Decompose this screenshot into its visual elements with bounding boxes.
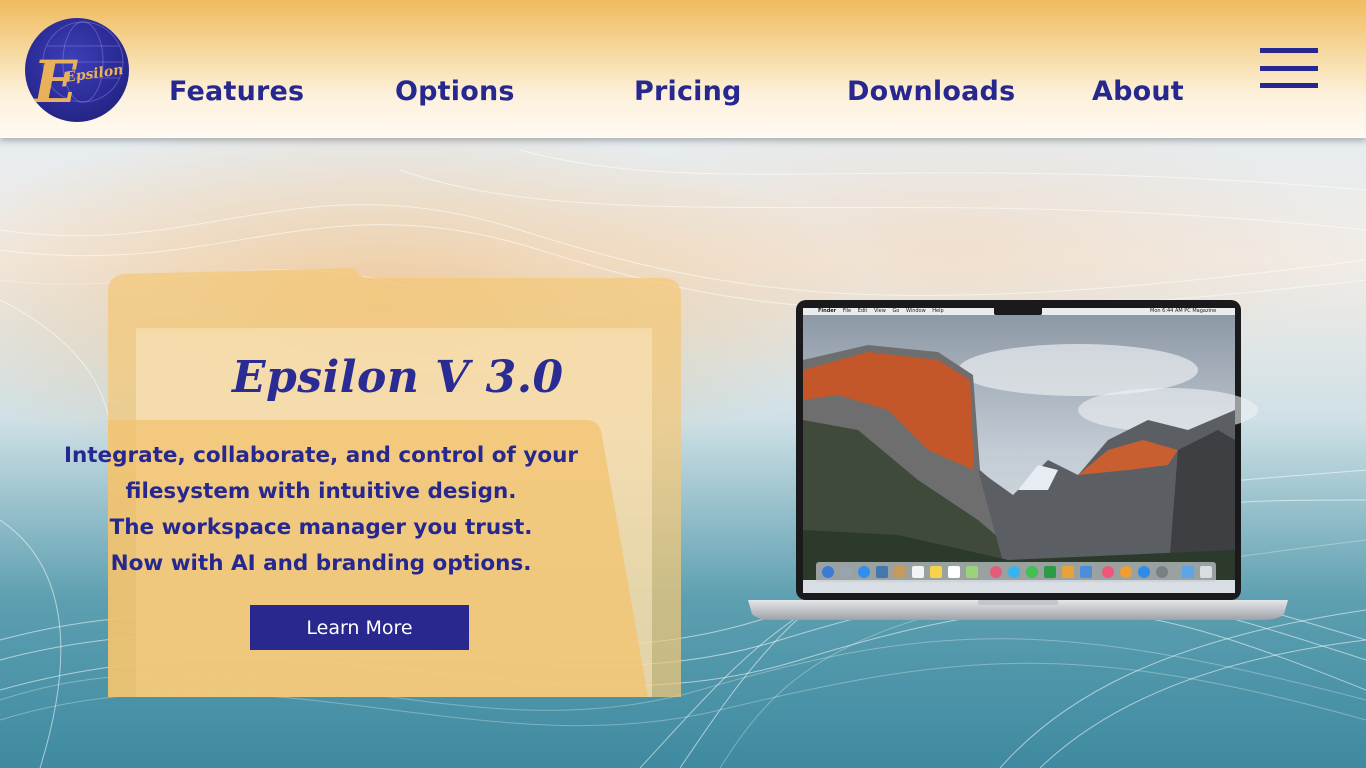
hero-title: Epsilon V 3.0 <box>232 352 564 403</box>
nav-link-about[interactable]: About <box>1092 76 1184 107</box>
tagline-line: Integrate, collaborate, and control of y… <box>63 443 579 468</box>
menu-bar-line <box>1260 66 1318 71</box>
tagline-line: The workspace manager you trust. <box>109 515 533 540</box>
laptop-mockup <box>748 300 1288 622</box>
nav-link-pricing[interactable]: Pricing <box>634 76 742 107</box>
menubar-item: File <box>842 308 852 314</box>
hero-tagline: Integrate, collaborate, and control of y… <box>58 438 584 582</box>
nav-link-options[interactable]: Options <box>395 76 515 107</box>
menubar-item: Go <box>892 308 900 314</box>
menubar-item: Help <box>932 308 944 314</box>
laptop-menubar-right: Mon 6:44 AM PC Magazine <box>1150 308 1217 314</box>
nav-link-features[interactable]: Features <box>169 76 304 107</box>
site-header: E Epsilon Features Options Pricing Downl… <box>0 0 1366 138</box>
nav-link-downloads[interactable]: Downloads <box>847 76 1015 107</box>
menu-bar-line <box>1260 48 1318 53</box>
tagline-line: filesystem with intuitive design. <box>125 479 517 504</box>
menubar-item: Window <box>905 308 926 314</box>
menu-bar-line <box>1260 83 1318 88</box>
menubar-item: View <box>873 308 886 314</box>
menubar-item: Edit <box>857 308 868 314</box>
hamburger-menu-icon[interactable] <box>1260 48 1318 90</box>
epsilon-logo[interactable]: E Epsilon <box>25 18 129 122</box>
menubar-item: Finder <box>818 308 837 314</box>
laptop-image <box>748 300 1288 620</box>
tagline-line: Now with AI and branding options. <box>110 551 532 576</box>
laptop-menubar-left: Finder File Edit View Go Window Help <box>818 308 944 314</box>
learn-more-button[interactable]: Learn More <box>250 605 469 650</box>
